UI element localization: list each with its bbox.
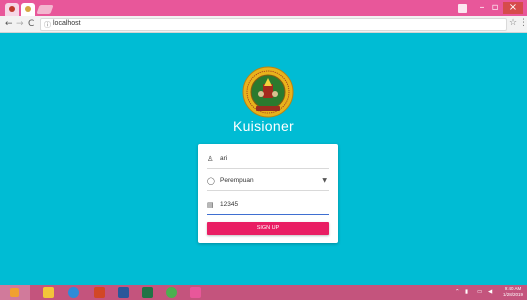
back-arrow-icon[interactable]: ← — [5, 18, 13, 30]
start-icon — [10, 288, 19, 297]
chrome-icon[interactable] — [68, 287, 79, 298]
tab-favicon-icon — [25, 6, 31, 12]
browser-tab-active[interactable] — [21, 3, 35, 16]
battery-icon[interactable]: ▭ — [477, 288, 482, 297]
gender-select[interactable]: ◯ Perempuan ▼ — [207, 174, 329, 191]
url-text[interactable]: localhost — [53, 20, 81, 27]
tray-arrow-icon[interactable]: ⌃ — [455, 288, 460, 297]
clock-date: 1/28/2019 — [503, 292, 524, 297]
volume-icon[interactable]: ◀ — [488, 288, 492, 297]
gender-icon: ◯ — [207, 177, 215, 185]
clock[interactable]: 9:40 AM 1/28/2019 — [503, 286, 523, 298]
file-explorer-icon[interactable] — [43, 287, 54, 298]
page-title: Kuisioner — [232, 118, 295, 134]
bookmark-star-icon[interactable]: ☆ — [509, 18, 517, 28]
browser-tab[interactable] — [5, 3, 19, 16]
url-field[interactable]: ⓘ localhost — [40, 18, 507, 31]
signup-card: ♙ ari ◯ Perempuan ▼ ▤ 12345 SIGN UP — [198, 144, 338, 243]
profile-icon[interactable] — [458, 4, 467, 13]
address-bar-row: ← → C ⓘ localhost ☆ ⋮ — [0, 16, 527, 33]
id-field[interactable]: ▤ 12345 — [207, 198, 329, 215]
close-window-button[interactable]: × — [503, 2, 523, 14]
maximize-button[interactable]: ▫ — [489, 2, 501, 14]
browser-titlebar: – ▫ × — [0, 0, 527, 16]
taskbar: ⌃ ▮ ▭ ◀ 9:40 AM 1/28/2019 — [0, 285, 527, 300]
chevron-down-icon[interactable]: ▼ — [322, 177, 327, 184]
menu-dots-icon[interactable]: ⋮ — [519, 18, 527, 28]
id-value[interactable]: 12345 — [220, 201, 238, 208]
app-icon[interactable] — [190, 287, 201, 298]
word-icon[interactable] — [118, 287, 129, 298]
chrome-icon[interactable] — [166, 287, 177, 298]
name-value[interactable]: ari — [220, 155, 227, 162]
minimize-button[interactable]: – — [476, 2, 488, 14]
user-icon: ♙ — [207, 155, 214, 163]
university-logo — [242, 66, 294, 118]
powerpoint-icon[interactable] — [94, 287, 105, 298]
reload-icon[interactable]: C — [28, 18, 34, 30]
forward-arrow-icon[interactable]: → — [16, 18, 24, 30]
id-card-icon: ▤ — [207, 201, 214, 209]
name-field[interactable]: ♙ ari — [207, 152, 329, 169]
gender-value[interactable]: Perempuan — [220, 177, 254, 184]
new-tab-button[interactable] — [36, 5, 54, 14]
network-icon[interactable]: ▮ — [465, 288, 468, 297]
tab-favicon-icon — [9, 6, 15, 12]
signup-button[interactable]: SIGN UP — [207, 222, 329, 235]
excel-icon[interactable] — [142, 287, 153, 298]
info-icon[interactable]: ⓘ — [44, 20, 51, 30]
start-button[interactable] — [0, 285, 30, 300]
